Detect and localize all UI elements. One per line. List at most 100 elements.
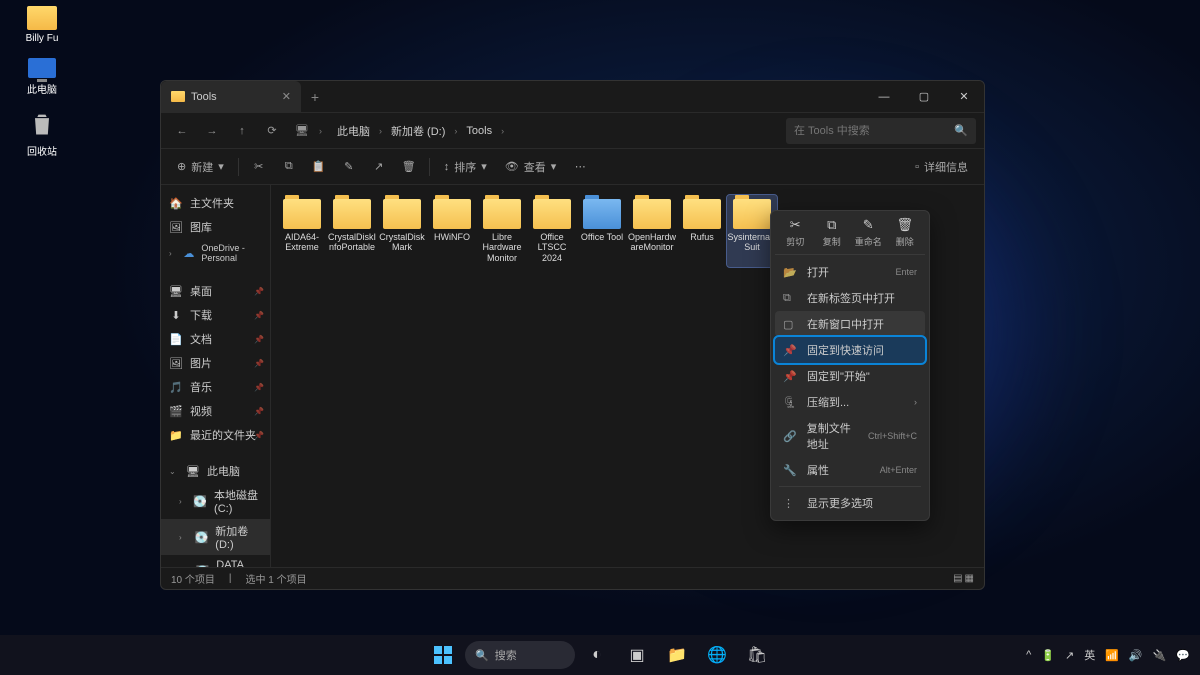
context-icon-button[interactable]: 🗑删除	[889, 217, 921, 248]
tray-wifi-icon[interactable]: 📶	[1105, 649, 1119, 662]
desktop-icon-user-folder[interactable]: Billy Fu	[12, 6, 72, 44]
desktop-icon-recycle-bin[interactable]: 回收站	[12, 108, 72, 158]
taskbar-explorer[interactable]: 📁	[659, 637, 695, 673]
copy-button[interactable]: ⧉	[275, 154, 303, 180]
breadcrumb-drive[interactable]: 新加卷 (D:)	[386, 120, 450, 142]
rename-button[interactable]: ✎	[335, 154, 363, 180]
file-item[interactable]: HWiNFO	[427, 195, 477, 267]
sidebar-item-this-pc[interactable]: ⌄🖥此电脑	[161, 459, 270, 483]
taskbar-task-view[interactable]: ▣	[619, 637, 655, 673]
system-tray[interactable]: ^ 🔋 ↗ 英 📶 🔊 🔌 💬	[1026, 647, 1190, 663]
menu-item-open-new-window[interactable]: ▢在新窗口中打开	[775, 311, 925, 337]
sidebar-item-home[interactable]: 🏠主文件夹	[161, 191, 270, 215]
tray-battery-icon[interactable]: 🔋	[1041, 649, 1055, 662]
new-button[interactable]: ⊕ 新建 ▾	[169, 154, 232, 180]
breadcrumbs[interactable]: 此电脑 › 新加卷 (D:) › Tools ›	[326, 120, 782, 142]
file-item[interactable]: CrystalDiskInfoPortable	[327, 195, 377, 267]
details-pane-button[interactable]: ▫ 详细信息	[907, 154, 976, 180]
start-button[interactable]	[425, 637, 461, 673]
context-icon-button[interactable]: ⧉复制	[816, 217, 848, 248]
more-button[interactable]: ⋯	[566, 154, 594, 180]
taskbar: 🔍搜索 ◐ ▣ 📁 🌐 🛍 ^ 🔋 ↗ 英 📶 🔊 🔌 💬	[0, 635, 1200, 675]
sidebar-quick-item[interactable]: ⬇下载📌	[161, 303, 270, 327]
view-button[interactable]: 👁 查看 ▾	[497, 154, 565, 180]
menu-item-show-more[interactable]: ⋮显示更多选项	[775, 490, 925, 516]
minimize-button[interactable]: —	[864, 81, 904, 113]
maximize-button[interactable]: ▢	[904, 81, 944, 113]
menu-item-properties[interactable]: 🔧属性Alt+Enter	[775, 457, 925, 483]
taskbar-store[interactable]: 🛍	[739, 637, 775, 673]
tray-volume-icon[interactable]: 🔊	[1129, 649, 1143, 662]
zip-icon: 🗜	[783, 396, 797, 409]
delete-button[interactable]: 🗑	[395, 154, 423, 180]
sidebar-drive-item[interactable]: ›💽新加卷 (D:)	[161, 519, 270, 555]
menu-item-compress[interactable]: 🗜压缩到...›	[775, 389, 925, 415]
sidebar-item-gallery[interactable]: 🖼图库	[161, 215, 270, 239]
sidebar-drive-item[interactable]: ›💽本地磁盘 (C:)	[161, 483, 270, 519]
file-label: HWiNFO	[427, 232, 477, 242]
share-button[interactable]: ↗	[365, 154, 393, 180]
close-button[interactable]: ✕	[944, 81, 984, 113]
view-grid-button[interactable]: ▦	[965, 573, 974, 584]
pin-icon: 📌	[254, 359, 264, 368]
sidebar-quick-item[interactable]: 🖥桌面📌	[161, 279, 270, 303]
menu-item-open[interactable]: 📂打开Enter	[775, 259, 925, 285]
tray-chevron-icon[interactable]: ^	[1026, 649, 1031, 661]
status-item-count: 10 个项目	[171, 571, 215, 586]
taskbar-edge[interactable]: 🌐	[699, 637, 735, 673]
sidebar-quick-item[interactable]: 📁最近的文件夹📌	[161, 423, 270, 447]
search-box[interactable]: 🔍	[786, 118, 976, 144]
sidebar-quick-item[interactable]: 🖼图片📌	[161, 351, 270, 375]
sort-button[interactable]: ↕ 排序 ▾	[436, 154, 495, 180]
tray-ime-icon[interactable]: 英	[1084, 647, 1095, 663]
file-item[interactable]: AIDA64-Extreme	[277, 195, 327, 267]
taskbar-copilot[interactable]: ◐	[579, 637, 615, 673]
file-item[interactable]: Rufus	[677, 195, 727, 267]
tray-arrow-icon[interactable]: ↗	[1065, 649, 1074, 662]
sidebar-quick-item[interactable]: 📄文档📌	[161, 327, 270, 351]
file-label: Libre Hardware Monitor	[477, 232, 527, 263]
sidebar-item-onedrive[interactable]: ›☁OneDrive - Personal	[161, 239, 270, 267]
file-item[interactable]: OpenHardwareMonitor	[627, 195, 677, 267]
file-label: Office Tool	[577, 232, 627, 242]
pc-icon[interactable]: 🖥	[289, 118, 315, 144]
search-icon: 🔍	[475, 649, 489, 662]
menu-item-open-new-tab[interactable]: ⧉在新标签页中打开	[775, 285, 925, 311]
file-item[interactable]: CrystalDiskMark	[377, 195, 427, 267]
taskbar-search[interactable]: 🔍搜索	[465, 641, 575, 669]
refresh-button[interactable]: ⟳	[259, 118, 285, 144]
menu-item-pin-start[interactable]: 📌固定到"开始"	[775, 363, 925, 389]
file-item[interactable]: Office LTSCC 2024	[527, 195, 577, 267]
status-selected-count: 选中 1 个项目	[246, 571, 307, 586]
search-input[interactable]	[794, 125, 948, 137]
tab-close-button[interactable]: ✕	[282, 90, 291, 103]
context-icon-button[interactable]: ✎重命名	[852, 217, 884, 248]
paste-button[interactable]: 📋	[305, 154, 333, 180]
file-item[interactable]: Libre Hardware Monitor	[477, 195, 527, 267]
sidebar-quick-item[interactable]: 🎵音乐📌	[161, 375, 270, 399]
sidebar-quick-item[interactable]: 🎬视频📌	[161, 399, 270, 423]
sidebar-drive-item[interactable]: ›💽DATA (E:)	[161, 555, 270, 567]
context-icon-button[interactable]: ✂剪切	[779, 217, 811, 248]
folder-icon	[683, 199, 721, 229]
tray-power-icon[interactable]: 🔌	[1153, 649, 1167, 662]
breadcrumb-pc[interactable]: 此电脑	[332, 120, 375, 142]
menu-item-copy-path[interactable]: 🔗复制文件地址Ctrl+Shift+C	[775, 415, 925, 457]
cut-button[interactable]: ✂	[245, 154, 273, 180]
up-button[interactable]: ↑	[229, 118, 255, 144]
view-list-button[interactable]: ▤	[953, 573, 962, 584]
forward-button[interactable]: →	[199, 118, 225, 144]
item-icon: 📄	[169, 332, 183, 346]
window-icon: ▢	[783, 318, 797, 331]
tray-notification-icon[interactable]: 💬	[1176, 649, 1190, 662]
menu-item-pin-quick-access[interactable]: 📌固定到快速访问	[775, 337, 925, 363]
desktop-icon-this-pc[interactable]: 此电脑	[12, 58, 72, 96]
breadcrumb-folder[interactable]: Tools	[461, 122, 497, 140]
tab-tools[interactable]: Tools ✕	[161, 81, 301, 112]
back-button[interactable]: ←	[169, 118, 195, 144]
file-item[interactable]: Office Tool	[577, 195, 627, 267]
item-icon: 🖥	[169, 284, 183, 298]
new-tab-button[interactable]: +	[301, 89, 329, 105]
folder-icon	[733, 199, 771, 229]
item-icon: 📁	[169, 428, 183, 442]
